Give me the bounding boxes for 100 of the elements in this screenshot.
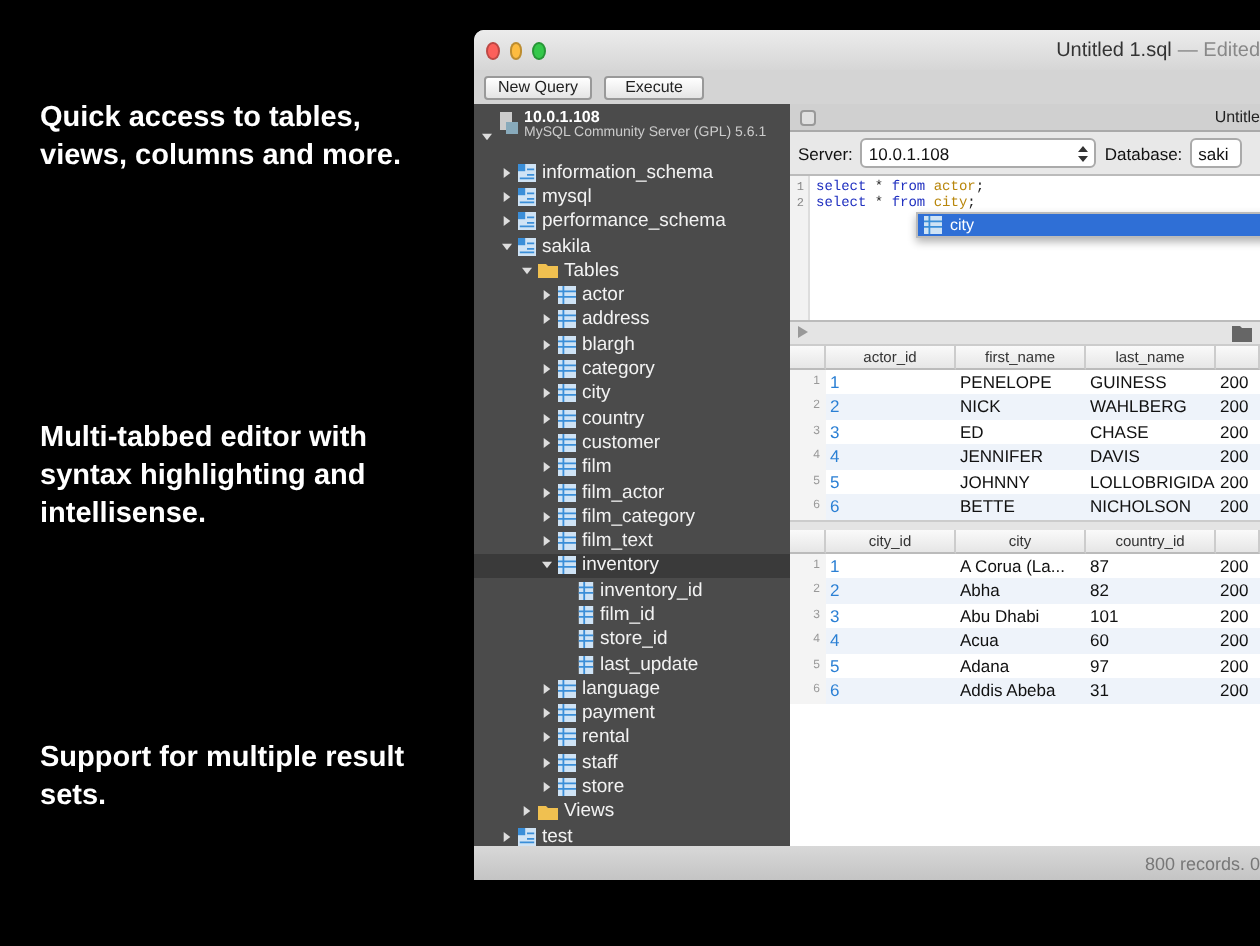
tree-item-label: last_update: [600, 653, 699, 676]
column-icon: [578, 630, 594, 649]
collapsed-triangle-icon[interactable]: [542, 732, 552, 743]
tree-item[interactable]: Tables: [474, 258, 790, 283]
tree-item[interactable]: actor: [474, 282, 790, 308]
table-cell: 200: [1216, 553, 1260, 578]
collapsed-triangle-icon[interactable]: [502, 831, 512, 842]
tree-item[interactable]: address: [474, 307, 790, 333]
table-cell: ED: [956, 419, 1086, 444]
table-cell: GUINESS: [1086, 369, 1216, 394]
server-label: Server:: [798, 143, 853, 163]
autocomplete-item[interactable]: city: [918, 214, 1260, 236]
tree-item-label: customer: [582, 431, 661, 454]
tree-item[interactable]: blargh: [474, 332, 790, 357]
collapsed-triangle-icon[interactable]: [542, 437, 552, 448]
server-select[interactable]: 10.0.1.108: [860, 138, 1097, 168]
tree-item[interactable]: film_category: [474, 504, 790, 529]
table-cell: LOLLOBRIGIDA: [1086, 469, 1216, 494]
tree-item[interactable]: country: [474, 405, 790, 431]
collapsed-triangle-icon[interactable]: [542, 757, 552, 768]
expanded-triangle-icon[interactable]: [542, 560, 552, 571]
table-icon: [558, 532, 576, 551]
collapsed-triangle-icon[interactable]: [522, 806, 532, 817]
table-cell: 87: [1086, 553, 1216, 578]
folder-icon[interactable]: [1232, 323, 1252, 341]
tree-item-label: film: [582, 456, 612, 479]
collapsed-triangle-icon[interactable]: [542, 388, 552, 399]
database-select[interactable]: saki: [1190, 138, 1243, 168]
tree-item[interactable]: payment: [474, 701, 790, 726]
toolbar-button[interactable]: New Query: [484, 75, 593, 99]
table-cell: JENNIFER: [956, 444, 1086, 469]
tree-item-label: film_category: [582, 505, 695, 528]
tree-item[interactable]: rental: [474, 725, 790, 751]
collapsed-triangle-icon[interactable]: [542, 708, 552, 719]
tree-item[interactable]: film_id: [474, 602, 790, 628]
collapsed-triangle-icon[interactable]: [542, 364, 552, 375]
tree-item-label: staff: [582, 751, 618, 774]
tree-item[interactable]: city: [474, 381, 790, 406]
table-cell: PENELOPE: [956, 369, 1086, 394]
table-cell: 200: [1216, 469, 1260, 494]
tree-item[interactable]: film_text: [474, 528, 790, 554]
tree-item[interactable]: store: [474, 774, 790, 800]
database-icon: [518, 163, 536, 182]
database-label: Database:: [1104, 143, 1183, 163]
tree-item-label: film_actor: [582, 481, 665, 503]
tree-item[interactable]: inventory: [474, 553, 790, 579]
table-cell: 5: [826, 469, 956, 494]
collapsed-triangle-icon[interactable]: [542, 487, 552, 497]
table-cell: 101: [1086, 603, 1216, 628]
table-cell: Acua: [956, 628, 1086, 653]
table-cell: CHASE: [1086, 419, 1216, 444]
expanded-triangle-icon[interactable]: [522, 265, 532, 276]
table-icon: [558, 409, 576, 428]
tree-item[interactable]: language: [474, 676, 790, 702]
tree-item[interactable]: film: [474, 455, 790, 480]
tree-item[interactable]: test: [474, 824, 790, 846]
table-icon: [558, 286, 576, 305]
tree-item-label: inventory: [582, 554, 660, 577]
table-icon: [558, 556, 576, 575]
tree-item[interactable]: category: [474, 356, 790, 382]
table-cell: 200: [1216, 494, 1260, 519]
tree-item[interactable]: staff: [474, 750, 790, 775]
zoom-button[interactable]: [532, 41, 547, 59]
server-icon: [498, 112, 518, 134]
collapsed-triangle-icon[interactable]: [502, 191, 512, 202]
collapsed-triangle-icon[interactable]: [542, 683, 552, 694]
tree-item[interactable]: store_id: [474, 627, 790, 652]
expanded-triangle-icon[interactable]: [482, 132, 492, 142]
table-cell: NICHOLSON: [1086, 494, 1216, 519]
tree-item-label: sakila: [542, 235, 591, 258]
collapsed-triangle-icon[interactable]: [542, 290, 552, 301]
tree-item[interactable]: customer: [474, 430, 790, 456]
collapsed-triangle-icon[interactable]: [502, 167, 512, 178]
collapsed-triangle-icon[interactable]: [542, 462, 552, 473]
collapsed-triangle-icon[interactable]: [502, 216, 512, 227]
expanded-triangle-icon[interactable]: [502, 241, 512, 252]
tree-item[interactable]: information_schema: [474, 160, 790, 185]
collapsed-triangle-icon[interactable]: [542, 536, 552, 547]
tree-item[interactable]: inventory_id: [474, 578, 790, 603]
toolbar-button[interactable]: Execute: [604, 75, 705, 99]
table-icon: [558, 310, 576, 329]
collapsed-triangle-icon[interactable]: [542, 511, 552, 522]
collapsed-triangle-icon[interactable]: [542, 339, 552, 350]
tree-item[interactable]: last_update: [474, 651, 790, 677]
tree-item[interactable]: film_actor: [474, 479, 790, 505]
close-button[interactable]: [486, 41, 500, 59]
table-icon: [558, 507, 576, 526]
tree-item[interactable]: mysql: [474, 184, 790, 210]
table-cell: WAHLBERG: [1086, 394, 1216, 419]
editor-tab[interactable]: Untitle: [1214, 108, 1260, 126]
tree-item[interactable]: performance_schema: [474, 209, 790, 234]
tree-item-label: performance_schema: [542, 210, 726, 233]
tree-item[interactable]: Views: [474, 799, 790, 825]
tree-item-label: country: [582, 407, 645, 430]
tree-item[interactable]: sakila: [474, 233, 790, 259]
table-cell: 200: [1216, 369, 1260, 394]
collapsed-triangle-icon[interactable]: [542, 314, 552, 325]
table-cell: 200: [1216, 603, 1260, 628]
collapsed-triangle-icon[interactable]: [542, 782, 552, 793]
collapsed-triangle-icon[interactable]: [542, 413, 552, 424]
